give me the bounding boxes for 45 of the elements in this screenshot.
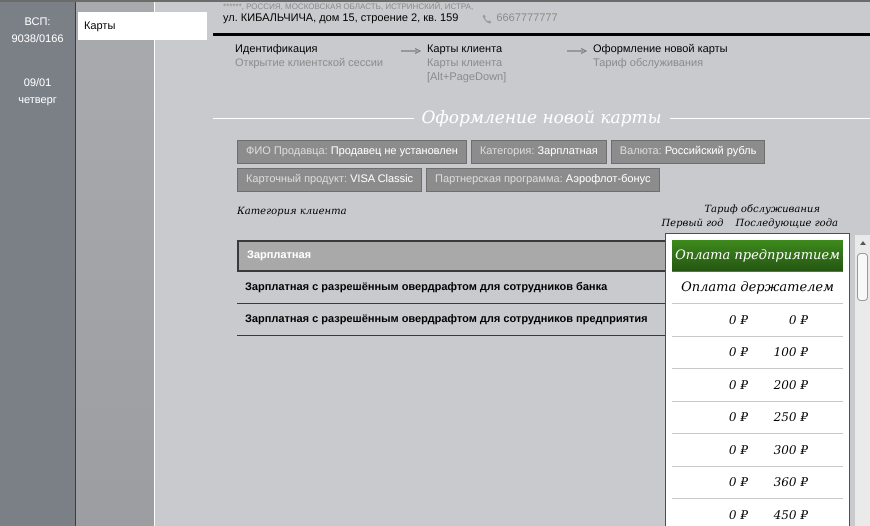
step-subtitle: Тариф обслуживания (593, 56, 704, 70)
tariff-cell-text: 0 ₽ (728, 344, 748, 362)
scrollbar-thumb[interactable] (857, 253, 868, 301)
branch-label: ВСП: (24, 15, 50, 30)
tariff-cell-text: 0 ₽ (728, 376, 748, 394)
filter-chip: Категория: Зарплатная (470, 140, 607, 164)
step-subtitle: Открытие клиентской сессии (235, 56, 384, 70)
date-text: 09/01 (24, 76, 52, 91)
address-text: ******, РОССИЯ, МОСКОВСКАЯ ОБЛАСТЬ, ИСТРИНСКИЙ, ИСТРА, (223, 2, 474, 12)
step-title: Карты клиента (427, 42, 504, 56)
tariff-cell-text: 300 ₽ (772, 442, 808, 459)
filter-chip: Валюта: Российский рубль (610, 140, 766, 164)
filter-chip: Партнерская программа: Аэрофлот-бонус (426, 168, 660, 192)
payment-option[interactable]: Оплата предприятием (672, 240, 843, 272)
tariff-cell-text: 100 ₽ (772, 344, 808, 362)
arrow-icon (401, 48, 421, 54)
column-header: Первый год (661, 218, 724, 230)
phone-icon (482, 14, 492, 24)
weekday-text: четверг (18, 92, 57, 108)
tariff-cell-text: 450 ₽ (772, 506, 808, 524)
tariff-cell-text: 200 ₽ (772, 376, 808, 394)
step-title: Идентификация (235, 42, 318, 56)
tariff-cell-text: 0 ₽ (728, 506, 748, 524)
column-header: Тариф обслуживания (704, 204, 820, 216)
tariff-cell-text: 0 ₽ (728, 312, 748, 329)
scroll-up-icon[interactable] (860, 241, 866, 245)
step-title: Оформление новой карты (593, 42, 728, 56)
arrow-icon (567, 48, 587, 54)
tariff-cell-text: 0 ₽ (728, 474, 748, 492)
column-header: Категория клиента (237, 206, 347, 218)
tariff-cell-text: 250 ₽ (772, 409, 808, 426)
branch-code: 9038/0166 (12, 32, 64, 46)
filter-chip: ФИО Продавца: Продавец не установлен (237, 140, 467, 164)
tariff-cell-text: 0 ₽ (788, 312, 808, 329)
step-subtitle: Карты клиента (427, 56, 504, 70)
tariff-cell-text: 0 ₽ (728, 442, 748, 459)
address-text: ул. КИБАЛЬЧИЧА, дом 15, строение 2, кв. 159 (223, 12, 458, 25)
payment-option[interactable]: Оплата держателем (672, 272, 843, 304)
column-header: Последующие года (736, 218, 838, 230)
nav-item[interactable]: Карты (78, 12, 207, 40)
phone-text: 6667777777 (496, 12, 558, 25)
filter-chip: Карточный продукт: VISA Classic (237, 168, 422, 192)
shortcut-hint: [Alt+PageDown] (427, 70, 506, 84)
tariff-cell-text: 360 ₽ (772, 474, 808, 492)
tariff-cell-text: 0 ₽ (728, 409, 748, 426)
